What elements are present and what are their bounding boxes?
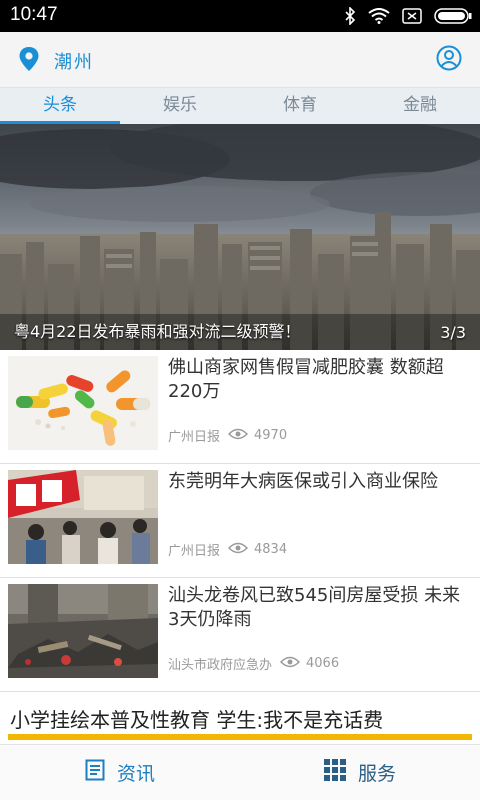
status-bar: 10:47 (0, 0, 480, 32)
document-icon (85, 759, 105, 786)
news-item[interactable]: 东莞明年大病医保或引入商业保险 广州日报 4834 (0, 464, 480, 578)
banner-caption: 粤4月22日发布暴雨和强对流二级预警！ (14, 322, 301, 341)
wifi-icon (368, 8, 390, 24)
battery-icon (434, 8, 472, 24)
news-headline-text: 小学挂绘本普及性教育 学生:我不是充话费 (10, 708, 384, 732)
news-view-count: 4066 (306, 656, 340, 671)
bottom-navigation: 资讯 服务 (0, 744, 480, 800)
tab-headlines[interactable]: 头条 (0, 88, 120, 124)
news-title: 汕头龙卷风已致545间房屋受损 未来3天仍降雨 (168, 585, 461, 630)
news-thumbnail-hospital (8, 470, 158, 564)
news-source: 广州日报 (168, 430, 221, 445)
news-item[interactable]: 汕头龙卷风已致545间房屋受损 未来3天仍降雨 汕头市政府应急办 4066 (0, 578, 480, 692)
news-meta: 广州日报 4834 (168, 540, 287, 559)
nav-news-button[interactable]: 资讯 (0, 745, 240, 800)
eye-icon (227, 542, 249, 558)
location-pin-icon[interactable] (18, 46, 40, 76)
nav-services-button[interactable]: 服务 (240, 745, 480, 800)
user-profile-icon[interactable] (436, 45, 462, 75)
status-time: 10:47 (10, 4, 58, 25)
news-source: 汕头市政府应急办 (168, 658, 273, 673)
tab-entertainment[interactable]: 娱乐 (120, 88, 240, 124)
tab-finance[interactable]: 金融 (360, 88, 480, 124)
eye-icon (227, 428, 249, 444)
nav-services-label: 服务 (357, 763, 396, 785)
tab-sports[interactable]: 体育 (240, 88, 360, 124)
news-meta: 广州日报 4970 (168, 426, 287, 445)
bluetooth-icon (344, 7, 356, 25)
news-view-count: 4970 (254, 428, 288, 443)
city-selector[interactable]: 潮州 (54, 48, 94, 74)
news-item[interactable]: 佛山商家网售假冒减肥胶囊 数额超220万 广州日报 4970 (0, 350, 480, 464)
news-title: 东莞明年大病医保或引入商业保险 (168, 471, 438, 492)
news-meta: 汕头市政府应急办 4066 (168, 654, 339, 673)
sim-icon (402, 8, 422, 24)
news-thumbnail-capsules (8, 356, 158, 450)
banner-pager: 3/3 (440, 323, 466, 342)
grid-icon (323, 759, 346, 786)
news-headline-item[interactable]: 小学挂绘本普及性教育 学生:我不是充话费 (0, 692, 480, 744)
news-title: 佛山商家网售假冒减肥胶囊 数额超220万 (168, 357, 444, 402)
nav-news-label: 资讯 (116, 763, 155, 785)
news-view-count: 4834 (254, 542, 288, 557)
news-thumbnail-tornado-damage (8, 584, 158, 678)
eye-icon (279, 656, 301, 672)
category-tabs: 头条 娱乐 体育 金融 (0, 87, 480, 124)
app-header: 潮州 (0, 32, 480, 87)
storm-city-image (0, 124, 480, 350)
headline-image-strip (8, 734, 472, 740)
featured-banner[interactable]: 粤4月22日发布暴雨和强对流二级预警！ 3/3 (0, 124, 480, 350)
news-source: 广州日报 (168, 544, 221, 559)
